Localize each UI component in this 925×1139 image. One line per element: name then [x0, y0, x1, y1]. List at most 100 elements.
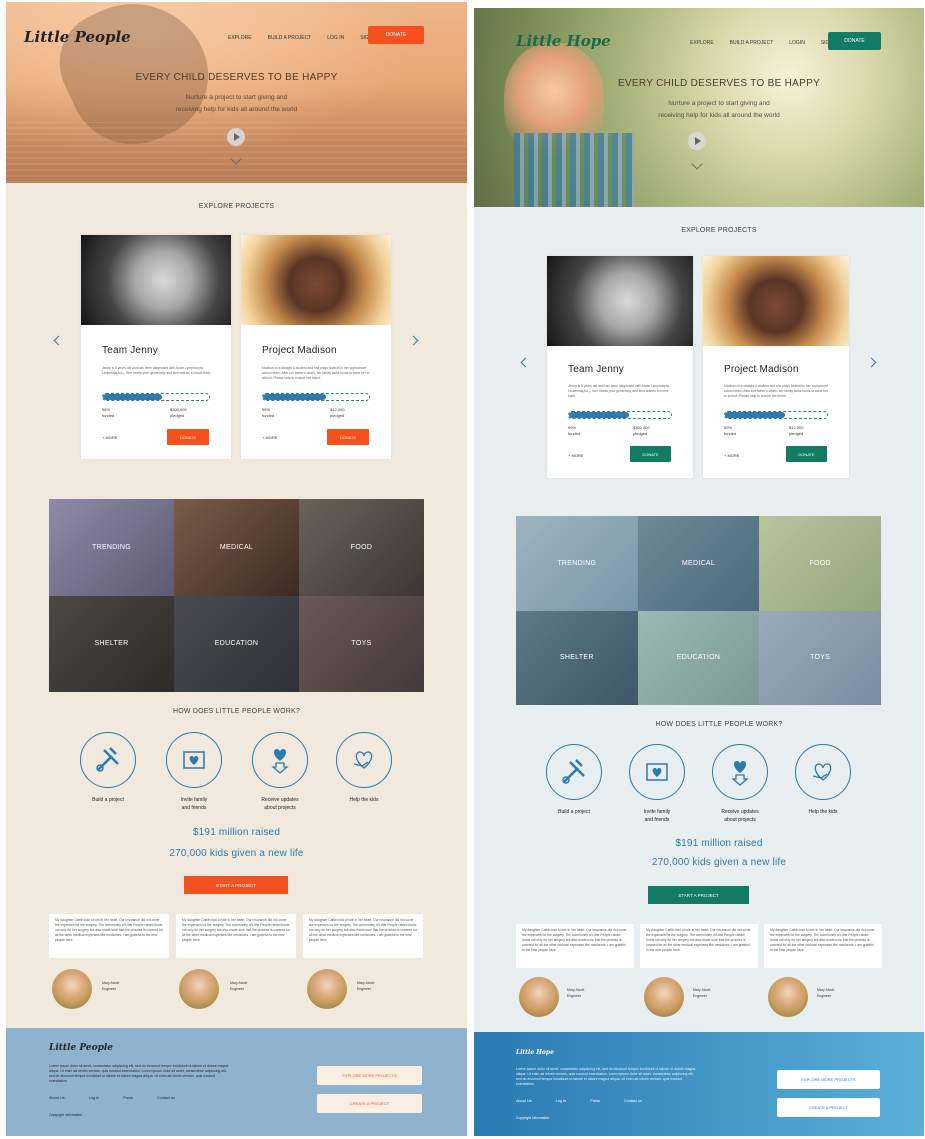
category-education[interactable]: EDUCATION: [174, 595, 299, 692]
category-shelter[interactable]: SHELTER: [516, 610, 638, 705]
donate-button[interactable]: DONATE: [786, 446, 827, 462]
avatar: [644, 977, 684, 1017]
main-nav: EXPLORE BUILD A PROJECT LOG IN SIGN UP: [228, 35, 381, 41]
progress-fill: [569, 412, 630, 418]
nav-explore[interactable]: EXPLORE: [690, 40, 714, 46]
progress-fill: [725, 412, 786, 418]
logo[interactable]: Little Hope: [516, 32, 611, 50]
copyright: Copyright information: [49, 1113, 83, 1117]
testimonial-author: Mary Alcott Engineer: [102, 981, 120, 991]
explore-title: EXPLORE PROJECTS: [681, 227, 757, 234]
footer-link-login[interactable]: Log In: [89, 1096, 100, 1100]
card-photo: [241, 235, 391, 325]
testimonial-author: Mary Alcott Engineer: [567, 988, 585, 998]
create-project-button[interactable]: CREATE A PROJECT: [317, 1094, 422, 1113]
explore-more-button[interactable]: EXPLORE MORE PROJECTS: [777, 1070, 880, 1089]
footer-link-about[interactable]: About Us: [516, 1099, 532, 1103]
play-icon[interactable]: [227, 128, 245, 146]
project-card: Team Jenny Jenny is 8 years old and has …: [547, 256, 693, 478]
progress-bar: [724, 411, 828, 419]
raised-stat: $191 million raised: [192, 827, 281, 838]
nav-login[interactable]: LOG IN: [327, 35, 344, 41]
card-photo: [81, 235, 231, 325]
category-trending[interactable]: TRENDING: [516, 516, 638, 611]
donate-button[interactable]: DONATE: [327, 429, 369, 445]
more-link[interactable]: + MORE: [568, 453, 583, 458]
hero-banner: Little People EXPLORE BUILD A PROJECT LO…: [6, 2, 467, 183]
carousel-prev-icon[interactable]: [53, 335, 64, 346]
step-label: and friends: [644, 817, 670, 823]
kids-stat: 270,000 kids given a new life: [169, 848, 304, 859]
footer-link-press[interactable]: Press: [123, 1096, 133, 1100]
hero-title: EVERY CHILD DESERVES TO BE HAPPY: [135, 72, 338, 83]
step-help: Help the kids: [794, 744, 852, 816]
pledged-stat: $300,000 pledged: [633, 425, 650, 436]
category-education[interactable]: EDUCATION: [637, 610, 760, 705]
hero-subtitle-1: Nurture a project to start giving and: [668, 100, 770, 107]
chevron-down-icon[interactable]: [691, 158, 703, 170]
card-description: Madison is a straight A student and she …: [724, 384, 829, 398]
testimonial-quote: My daughter Caitlin had a hole in her he…: [640, 924, 758, 968]
testimonial-quote: My daughter Caitlin had a hole in her he…: [303, 914, 423, 958]
nav-login[interactable]: LOGIN: [789, 40, 805, 46]
category-medical[interactable]: MEDICAL: [174, 499, 299, 596]
nav-donate-button[interactable]: DONATE: [368, 26, 424, 44]
footer-link-contact[interactable]: Contact us: [624, 1099, 642, 1103]
card-title: Team Jenny: [102, 345, 158, 356]
footer-link-press[interactable]: Press: [590, 1099, 600, 1103]
step-label: Help the kids: [349, 797, 379, 803]
card-description: Madison is a straight A student and she …: [262, 366, 370, 380]
more-link[interactable]: + MORE: [724, 453, 739, 458]
footer-link-about[interactable]: About Us: [49, 1096, 65, 1100]
footer-logo[interactable]: Little People: [49, 1043, 113, 1053]
footer-link-contact[interactable]: Contact us: [157, 1096, 175, 1100]
more-link[interactable]: + MORE: [102, 435, 117, 440]
hero-subtitle-2: receiving help for kids all around the w…: [658, 112, 780, 119]
category-trending[interactable]: TRENDING: [49, 499, 174, 596]
start-project-button[interactable]: START A PROJECT: [184, 876, 288, 894]
explore-more-button[interactable]: EXPLORE MORE PROJECTS: [317, 1066, 422, 1085]
progress-bar: [568, 411, 672, 419]
carousel-next-icon[interactable]: [866, 357, 877, 368]
progress-bar: [262, 393, 370, 401]
category-toys[interactable]: TOYS: [299, 595, 424, 692]
hero-title: EVERY CHILD DESERVES TO BE HAPPY: [617, 78, 821, 89]
donate-button[interactable]: DONATE: [167, 429, 209, 445]
donate-button[interactable]: DONATE: [630, 446, 671, 462]
step-label: Help the kids: [808, 809, 838, 815]
category-food[interactable]: FOOD: [299, 499, 424, 596]
nav-build-project[interactable]: BUILD A PROJECT: [730, 40, 774, 46]
funded-stat: 56% funded: [102, 407, 115, 418]
footer-link-login[interactable]: Log In: [556, 1099, 567, 1103]
card-title: Project Madison: [724, 364, 799, 375]
testimonial-quote: My daughter Caitlin had a hole in her he…: [516, 924, 634, 968]
heart-card-icon: [629, 744, 685, 800]
footer: Little People Lorem ipsum dolor sit amet…: [6, 1028, 467, 1136]
nav-donate-button[interactable]: DONATE: [828, 32, 881, 50]
avatar: [52, 969, 92, 1009]
play-icon[interactable]: [688, 132, 706, 150]
more-link[interactable]: + MORE: [262, 435, 277, 440]
start-project-button[interactable]: START A PROJECT: [648, 886, 749, 904]
category-grid: TRENDING MEDICAL FOOD SHELTER EDUCATION …: [516, 516, 881, 705]
carousel-prev-icon[interactable]: [520, 357, 531, 368]
create-project-button[interactable]: CREATE A PROJECT: [777, 1098, 880, 1117]
category-medical[interactable]: MEDICAL: [637, 516, 760, 611]
category-toys[interactable]: TOYS: [759, 610, 881, 705]
footer-text: Lorem ipsum dolor sit amet, consectetur …: [516, 1067, 696, 1086]
nav-explore[interactable]: EXPLORE: [228, 35, 252, 41]
step-label: and friends: [181, 805, 207, 811]
nav-build-project[interactable]: BUILD A PROJECT: [268, 35, 312, 41]
category-shelter[interactable]: SHELTER: [49, 595, 174, 692]
card-photo: [547, 256, 693, 346]
testimonial-quote: My daughter Caitlin had a hole in her he…: [176, 914, 296, 958]
heart-card-icon: [166, 732, 222, 788]
explore-title: EXPLORE PROJECTS: [198, 203, 275, 210]
progress-bar: [102, 393, 210, 401]
logo[interactable]: Little People: [24, 28, 131, 46]
carousel-next-icon[interactable]: [408, 335, 419, 346]
category-food[interactable]: FOOD: [759, 516, 881, 611]
footer-links: About Us Log In Press Contact us: [49, 1096, 175, 1100]
step-label: about projects: [724, 817, 756, 823]
footer-logo[interactable]: Little Hope: [516, 1049, 554, 1056]
